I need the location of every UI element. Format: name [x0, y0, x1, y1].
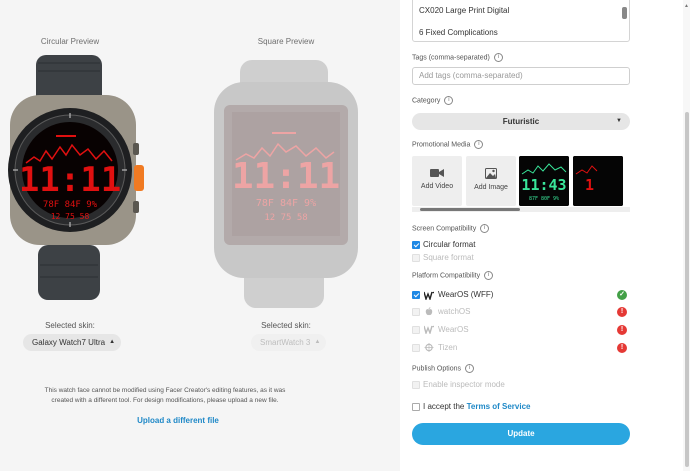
media-scrollbar[interactable]: [412, 207, 630, 212]
tizen-icon: [424, 343, 434, 352]
svg-text:12 75 58: 12 75 58: [51, 212, 90, 221]
platform-label-wearos: WearOS: [438, 325, 469, 334]
platform-checkbox-wearos-wff[interactable]: [412, 291, 420, 299]
circular-skin-value: Galaxy Watch7 Ultra: [32, 338, 106, 347]
inspector-mode-checkbox[interactable]: [412, 381, 420, 389]
image-icon: [485, 168, 497, 179]
promo-label: Promotional Media: [412, 141, 471, 149]
video-camera-icon: [430, 169, 444, 177]
promo-label-row: Promotional Media i: [412, 140, 484, 149]
accept-terms-label: I accept the Terms of Service: [423, 402, 530, 411]
description-line-1: CX020 Large Print Digital: [419, 6, 510, 15]
description-line-2: 6 Fixed Complications: [419, 28, 498, 37]
inspector-mode-label: Enable inspector mode: [423, 380, 505, 389]
wearos-icon: [424, 325, 434, 334]
circular-preview-title: Circular Preview: [40, 37, 100, 46]
terms-of-service-link[interactable]: Terms of Service: [467, 402, 531, 411]
add-video-button[interactable]: Add Video: [412, 156, 462, 206]
add-image-label: Add Image: [474, 184, 508, 191]
platform-checkbox-tizen[interactable]: [412, 344, 420, 352]
svg-text:11:11: 11:11: [19, 160, 121, 200]
circular-format-checkbox[interactable]: [412, 241, 420, 249]
upload-different-file-link[interactable]: Upload a different file: [108, 416, 248, 425]
info-icon[interactable]: i: [465, 364, 475, 373]
platform-label-watchos: watchOS: [438, 307, 471, 316]
circular-format-label: Circular format: [423, 240, 476, 249]
status-error-icon: !: [617, 325, 627, 335]
circular-watch-preview: 11:11 78F 84F 9% 12 75 58: [0, 55, 150, 305]
promo-thumbnail-red[interactable]: 1: [573, 156, 623, 206]
screen-compat-label-row: Screen Compatibility i: [412, 224, 490, 233]
svg-text:12 75 58: 12 75 58: [264, 213, 307, 223]
square-skin-select[interactable]: SmartWatch 3 ▲: [251, 334, 327, 351]
square-watch-preview: 11:11 78F 84F 9% 12 75 58: [212, 60, 362, 310]
category-label-row: Category i: [412, 96, 454, 105]
svg-text:78F 84F 9%: 78F 84F 9%: [256, 198, 316, 209]
info-icon[interactable]: i: [444, 96, 454, 105]
svg-text:11:11: 11:11: [232, 156, 340, 197]
info-icon[interactable]: i: [474, 140, 484, 149]
edit-notice: This watch face cannot be modified using…: [44, 387, 286, 404]
platform-checkbox-wearos[interactable]: [412, 326, 420, 334]
publish-label: Publish Options: [412, 365, 462, 373]
page-scrollbar[interactable]: ▲: [683, 0, 690, 471]
svg-text:1: 1: [585, 176, 594, 194]
info-icon[interactable]: i: [493, 53, 503, 62]
caret-up-icon: ▲: [109, 339, 116, 345]
settings-form: CX020 Large Print Digital 6 Fixed Compli…: [400, 0, 690, 471]
promo-thumbnail-green[interactable]: 11:43 87F 80F 9%: [519, 156, 569, 206]
apple-icon: [425, 307, 433, 316]
caret-up-icon: ▲: [314, 339, 321, 345]
tags-input[interactable]: Add tags (comma-separated): [412, 67, 630, 85]
platform-checkbox-watchos[interactable]: [412, 308, 420, 316]
circular-skin-select[interactable]: Galaxy Watch7 Ultra ▲: [23, 334, 122, 351]
caret-down-icon: ▼: [616, 118, 622, 124]
status-error-icon: !: [617, 307, 627, 317]
platform-label: Platform Compatibility: [412, 272, 481, 280]
platform-label-row: Platform Compatibility i: [412, 271, 494, 280]
square-preview-title: Square Preview: [257, 37, 315, 46]
accept-prefix: I accept the: [423, 402, 465, 411]
tags-label-row: Tags (comma-separated) i: [412, 53, 503, 62]
category-value: Futuristic: [502, 117, 540, 126]
publish-label-row: Publish Options i: [412, 364, 475, 373]
screen-compat-label: Screen Compatibility: [412, 225, 477, 233]
platform-label-tizen: Tizen: [438, 343, 458, 352]
square-format-label: Square format: [423, 253, 474, 262]
tags-label: Tags (comma-separated): [412, 54, 490, 62]
category-select[interactable]: Futuristic ▼: [412, 113, 630, 130]
accept-terms-checkbox[interactable]: [412, 403, 420, 411]
wearos-icon: [424, 291, 434, 300]
info-icon[interactable]: i: [480, 224, 490, 233]
category-label: Category: [412, 97, 441, 105]
svg-text:78F 84F 9%: 78F 84F 9%: [43, 200, 98, 210]
page-scrollbar-thumb[interactable]: [685, 112, 689, 467]
description-textarea[interactable]: CX020 Large Print Digital 6 Fixed Compli…: [412, 0, 630, 42]
description-scrollbar[interactable]: [622, 0, 627, 39]
add-video-label: Add Video: [420, 183, 454, 190]
svg-text:87F 80F 9%: 87F 80F 9%: [529, 196, 559, 202]
status-ok-icon: ✓: [617, 290, 627, 300]
info-icon[interactable]: i: [484, 271, 494, 280]
square-skin-value: SmartWatch 3: [260, 338, 311, 347]
status-error-icon: !: [617, 343, 627, 353]
platform-label-wearos-wff: WearOS (WFF): [438, 290, 494, 299]
update-button[interactable]: Update: [412, 423, 630, 445]
circular-skin-label: Selected skin:: [45, 321, 95, 330]
add-image-button[interactable]: Add Image: [466, 156, 516, 206]
scroll-up-icon[interactable]: ▲: [684, 3, 689, 9]
square-format-checkbox[interactable]: [412, 254, 420, 262]
thumbnail-time: 11:43: [521, 176, 566, 194]
promo-media-row: Add Video Add Image 11:43 87F 80F 9% 1: [412, 156, 630, 208]
preview-pane: Circular Preview Square Preview 11:11 78…: [0, 0, 400, 471]
square-skin-label: Selected skin:: [261, 321, 311, 330]
